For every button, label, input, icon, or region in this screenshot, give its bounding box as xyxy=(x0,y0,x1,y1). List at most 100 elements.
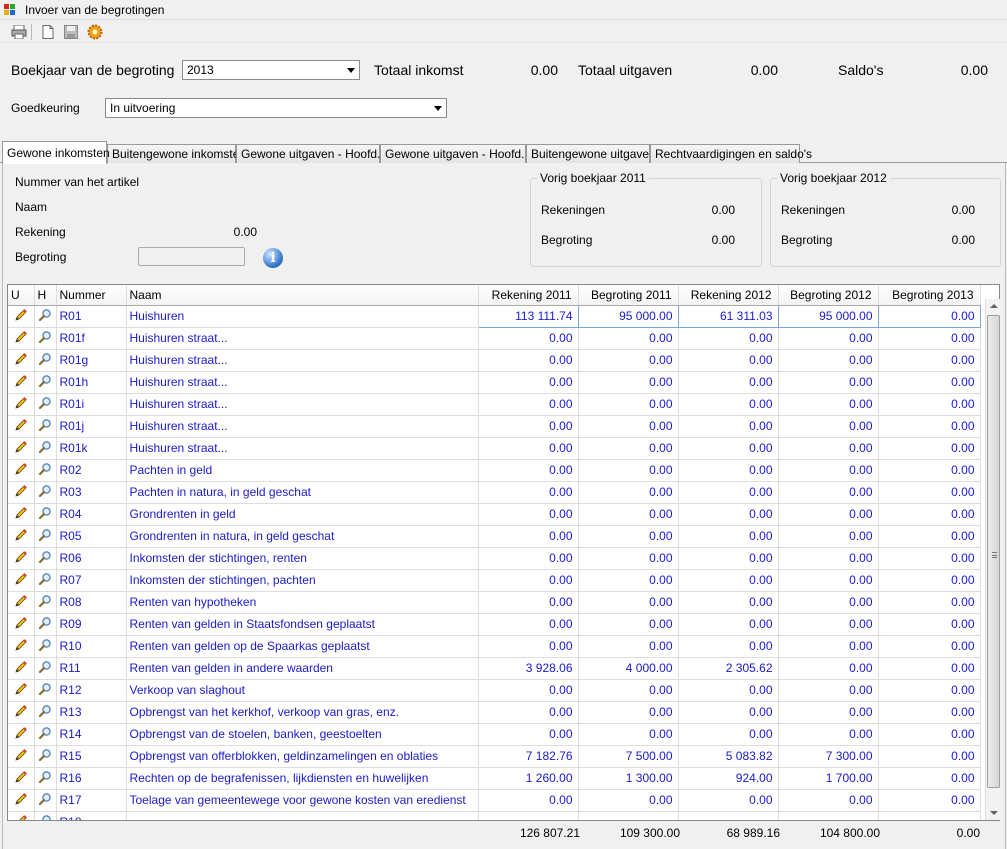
edit-pencil-icon[interactable] xyxy=(8,723,35,746)
cell-rekening-2011[interactable] xyxy=(478,811,579,820)
cell-naam[interactable]: Huishuren xyxy=(126,305,479,328)
table-row[interactable]: R01i Huishuren straat... 0.00 0.00 0.00 0.00 0… xyxy=(8,393,981,416)
table-row[interactable]: R11 Renten van gelden in andere waarden 3 … xyxy=(8,657,981,680)
cell-rekening-2011[interactable]: 0.00 xyxy=(478,789,579,812)
cell-rekening-2011[interactable]: 0.00 xyxy=(478,723,579,746)
cell-rekening-2012[interactable]: 0.00 xyxy=(678,525,779,548)
cell-begroting-2011[interactable]: 0.00 xyxy=(578,415,679,438)
cell-rekening-2012[interactable]: 0.00 xyxy=(678,393,779,416)
table-row[interactable]: R01j Huishuren straat... 0.00 0.00 0.00 0.00 0… xyxy=(8,415,981,438)
cell-begroting-2012[interactable]: 0.00 xyxy=(778,327,879,350)
cell-begroting-2012[interactable]: 0.00 xyxy=(778,723,879,746)
table-row[interactable]: R14 Opbrengst van de stoelen, banken, gee… xyxy=(8,723,981,746)
edit-pencil-icon[interactable] xyxy=(8,371,35,394)
cell-rekening-2012[interactable]: 0.00 xyxy=(678,679,779,702)
magnifier-icon[interactable] xyxy=(34,481,57,504)
table-row[interactable]: R05 Grondrenten in natura, in geld gescha… xyxy=(8,525,981,548)
cell-nummer[interactable]: R06 xyxy=(56,547,127,570)
edit-pencil-icon[interactable] xyxy=(8,657,35,680)
cell-rekening-2012[interactable]: 61 311.03 xyxy=(677,304,779,328)
edit-pencil-icon[interactable] xyxy=(8,459,35,482)
cell-rekening-2011[interactable]: 0.00 xyxy=(478,613,579,636)
table-row[interactable]: R18 xyxy=(8,811,981,820)
cell-rekening-2012[interactable]: 0.00 xyxy=(678,569,779,592)
edit-pencil-icon[interactable] xyxy=(8,393,35,416)
magnifier-icon[interactable] xyxy=(34,525,57,548)
edit-pencil-icon[interactable] xyxy=(8,613,35,636)
cell-begroting-2012[interactable]: 0.00 xyxy=(778,437,879,460)
magnifier-icon[interactable] xyxy=(34,613,57,636)
col-header-begroting-2013[interactable]: Begroting 2013 xyxy=(878,285,981,306)
cell-begroting-2011[interactable]: 7 500.00 xyxy=(578,745,679,768)
edit-pencil-icon[interactable] xyxy=(8,635,35,658)
cell-begroting-2012[interactable]: 0.00 xyxy=(778,503,879,526)
cell-begroting-2012[interactable]: 0.00 xyxy=(778,525,879,548)
edit-pencil-icon[interactable] xyxy=(8,525,35,548)
cell-begroting-2011[interactable] xyxy=(578,811,679,820)
cell-nummer[interactable]: R07 xyxy=(56,569,127,592)
cell-rekening-2012[interactable]: 0.00 xyxy=(678,591,779,614)
magnifier-icon[interactable] xyxy=(34,657,57,680)
cell-nummer[interactable]: R14 xyxy=(56,723,127,746)
save-disk-icon[interactable] xyxy=(62,24,80,40)
magnifier-icon[interactable] xyxy=(34,767,57,790)
table-row[interactable]: R06 Inkomsten der stichtingen, renten 0.00… xyxy=(8,547,981,570)
cell-rekening-2012[interactable]: 924.00 xyxy=(678,767,779,790)
magnifier-icon[interactable] xyxy=(34,591,57,614)
cell-nummer[interactable]: R01f xyxy=(56,327,127,350)
cell-naam[interactable]: Renten van gelden in Staatsfondsen gepla… xyxy=(126,613,479,636)
cell-rekening-2012[interactable]: 0.00 xyxy=(678,371,779,394)
cell-begroting-2012[interactable]: 1 700.00 xyxy=(778,767,879,790)
scroll-thumb[interactable] xyxy=(987,315,1000,788)
magnifier-icon[interactable] xyxy=(34,569,57,592)
edit-pencil-icon[interactable] xyxy=(8,327,35,350)
cell-nummer[interactable]: R05 xyxy=(56,525,127,548)
col-header-begroting-2012[interactable]: Begroting 2012 xyxy=(778,285,879,306)
col-header-rekening-2011[interactable]: Rekening 2011 xyxy=(478,285,579,306)
cell-begroting-2012[interactable]: 0.00 xyxy=(778,701,879,724)
edit-pencil-icon[interactable] xyxy=(8,789,35,812)
boekjaar-select[interactable]: 2013 xyxy=(182,60,360,80)
cell-begroting-2012[interactable] xyxy=(778,811,879,820)
cell-rekening-2011[interactable]: 0.00 xyxy=(478,393,579,416)
table-row[interactable]: R02 Pachten in geld 0.00 0.00 0.00 0.00 0.00 xyxy=(8,459,981,482)
cell-nummer[interactable]: R01 xyxy=(56,305,127,328)
magnifier-icon[interactable] xyxy=(34,371,57,394)
cell-rekening-2012[interactable]: 0.00 xyxy=(678,723,779,746)
cell-rekening-2011[interactable]: 3 928.06 xyxy=(478,657,579,680)
table-row[interactable]: R04 Grondrenten in geld 0.00 0.00 0.00 0.00 0.… xyxy=(8,503,981,526)
cell-begroting-2013[interactable] xyxy=(878,811,981,820)
edit-pencil-icon[interactable] xyxy=(8,415,35,438)
cell-rekening-2011[interactable]: 0.00 xyxy=(478,569,579,592)
cell-begroting-2012[interactable]: 0.00 xyxy=(778,657,879,680)
table-row[interactable]: R01 Huishuren 113 111.74 95 000.00 61 311.03… xyxy=(8,304,981,328)
cell-begroting-2013[interactable]: 0.00 xyxy=(878,701,981,724)
cell-begroting-2013[interactable]: 0.00 xyxy=(878,613,981,636)
magnifier-icon[interactable] xyxy=(34,701,57,724)
table-row[interactable]: R17 Toelage van gemeentewege voor gewone … xyxy=(8,789,981,812)
col-header-nummer[interactable]: Nummer xyxy=(56,285,127,306)
cell-begroting-2013[interactable]: 0.00 xyxy=(878,525,981,548)
cell-naam[interactable]: Pachten in natura, in geld geschat xyxy=(126,481,479,504)
cell-naam[interactable]: Opbrengst van het kerkhof, verkoop van g… xyxy=(126,701,479,724)
cell-rekening-2011[interactable]: 7 182.76 xyxy=(478,745,579,768)
cell-begroting-2011[interactable]: 0.00 xyxy=(578,481,679,504)
grid-vertical-scrollbar[interactable] xyxy=(985,299,1001,820)
cell-begroting-2013[interactable]: 0.00 xyxy=(878,371,981,394)
col-header-u[interactable]: U xyxy=(8,285,35,306)
edit-pencil-icon[interactable] xyxy=(8,679,35,702)
magnifier-icon[interactable] xyxy=(34,723,57,746)
edit-pencil-icon[interactable] xyxy=(8,349,35,372)
cell-nummer[interactable]: R17 xyxy=(56,789,127,812)
cell-begroting-2011[interactable]: 1 300.00 xyxy=(578,767,679,790)
cell-begroting-2012[interactable]: 0.00 xyxy=(778,349,879,372)
cell-nummer[interactable]: R04 xyxy=(56,503,127,526)
cell-naam[interactable]: Renten van gelden in andere waarden xyxy=(126,657,479,680)
cell-begroting-2011[interactable]: 0.00 xyxy=(578,525,679,548)
edit-pencil-icon[interactable] xyxy=(8,305,35,328)
cell-begroting-2012[interactable]: 0.00 xyxy=(778,371,879,394)
cell-begroting-2012[interactable]: 0.00 xyxy=(778,415,879,438)
table-row[interactable]: R01f Huishuren straat... 0.00 0.00 0.00 0.00 0… xyxy=(8,327,981,350)
cell-nummer[interactable]: R02 xyxy=(56,459,127,482)
edit-pencil-icon[interactable] xyxy=(8,569,35,592)
